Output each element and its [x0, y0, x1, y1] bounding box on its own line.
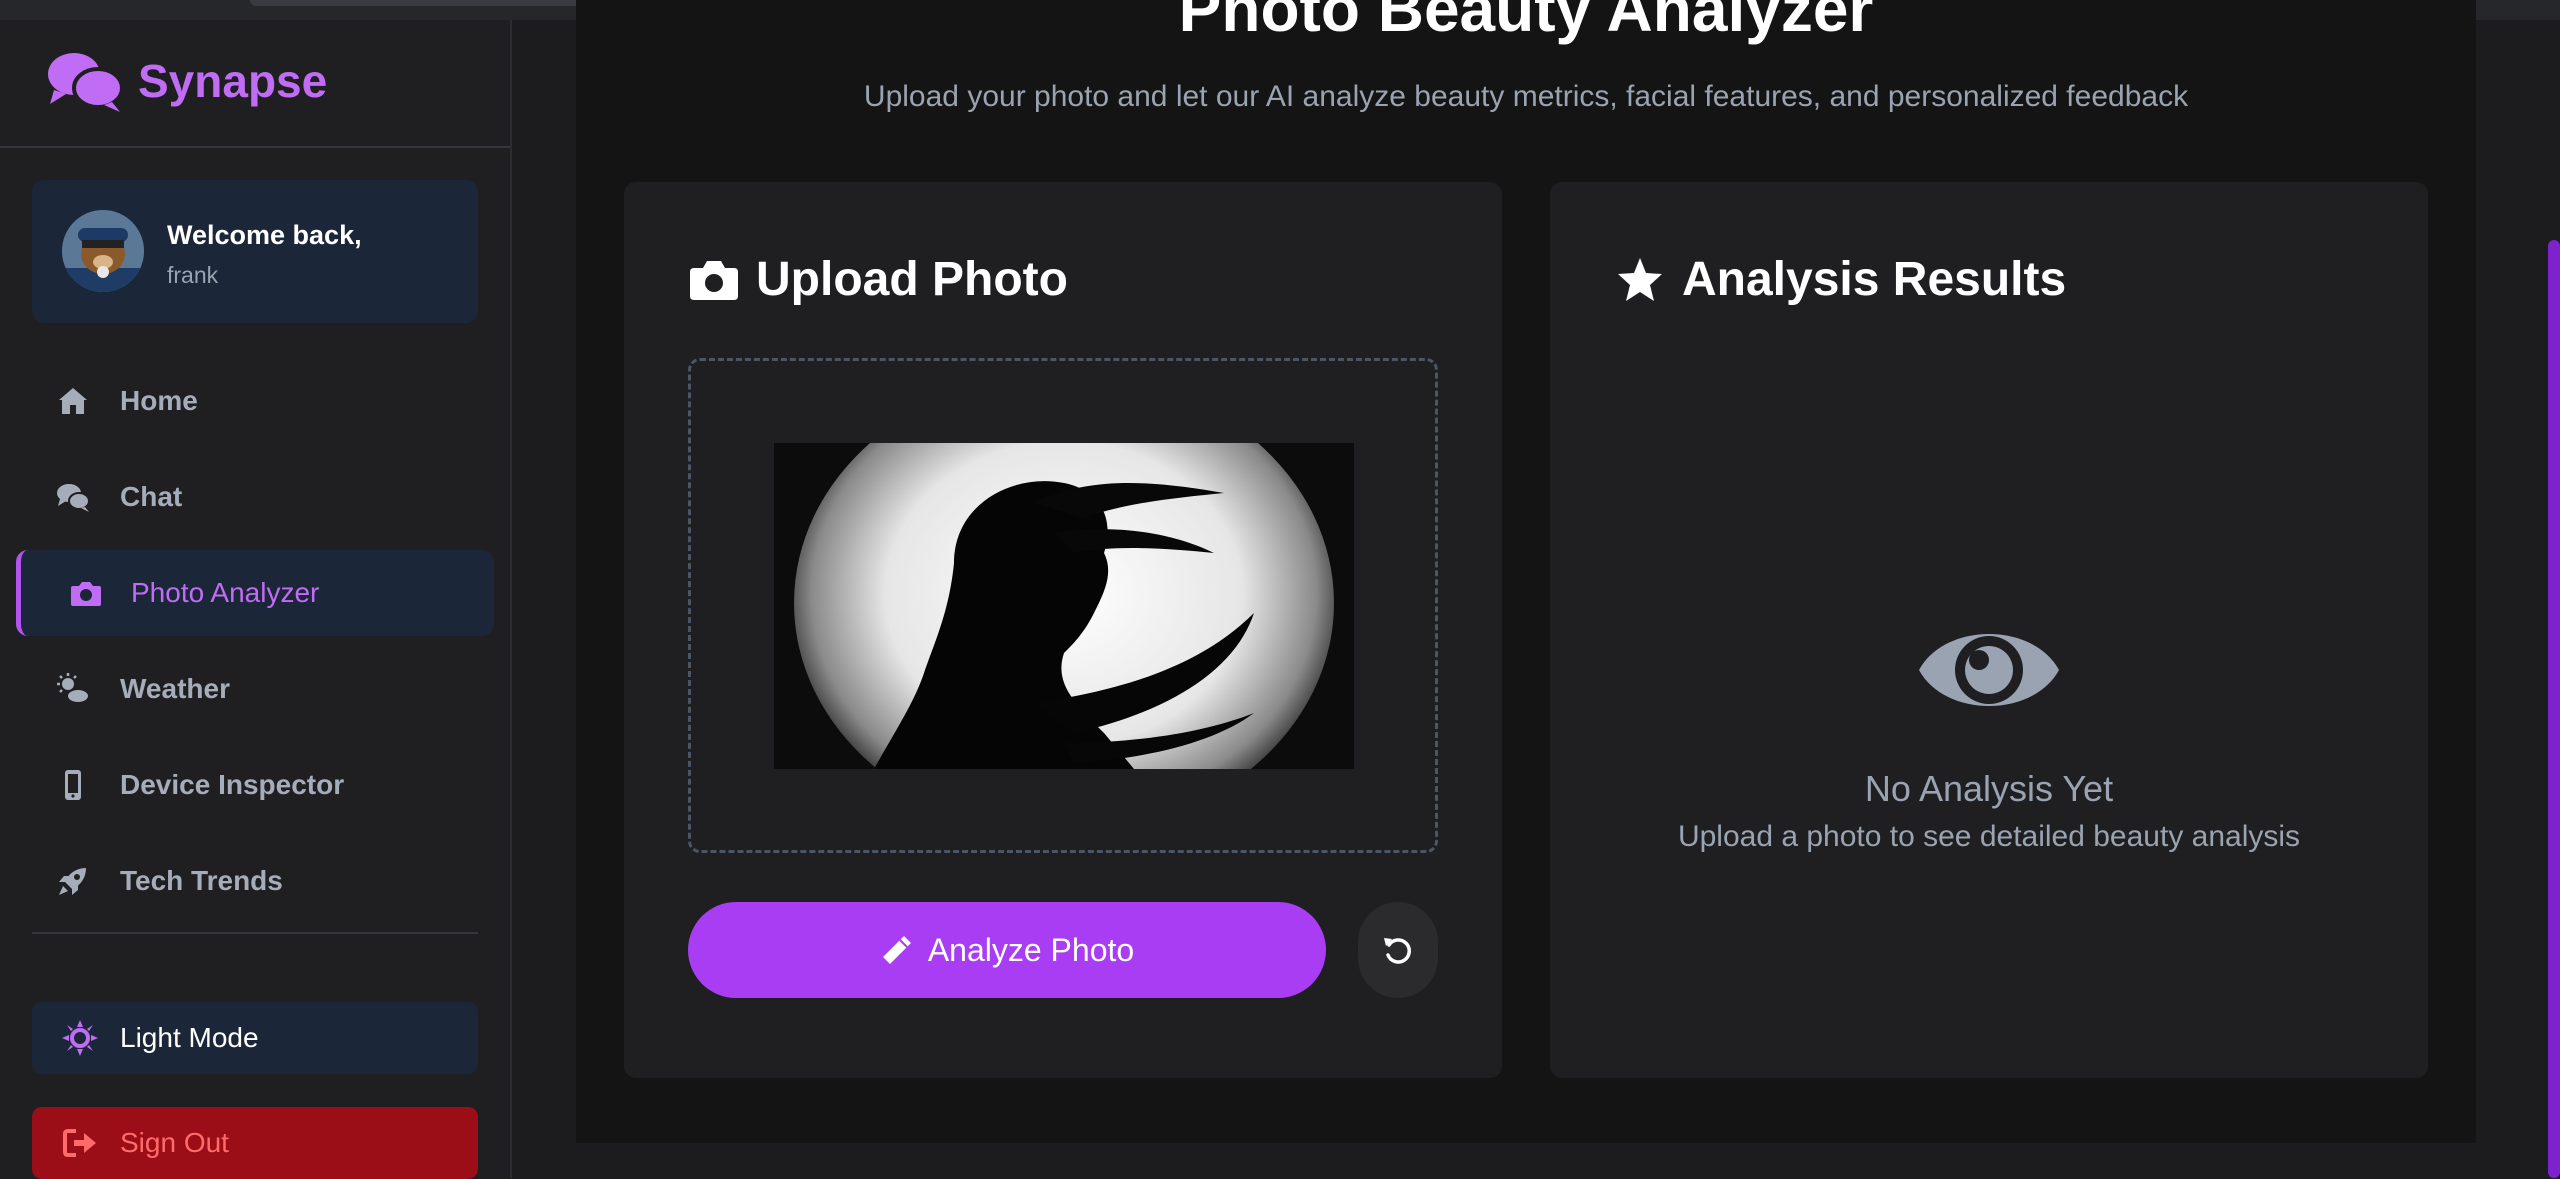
empty-heading: No Analysis Yet [1864, 768, 2114, 809]
sidebar-item-label: Tech Trends [120, 865, 283, 896]
home-icon [59, 388, 87, 414]
light-mode-button[interactable]: Light Mode [32, 1002, 478, 1074]
sidebar-item-label: Chat [120, 481, 183, 512]
avatar[interactable] [62, 210, 144, 292]
sidebar: Synapse Welcome back, frank Home Chat Ph… [0, 20, 512, 1179]
brand[interactable]: Synapse [46, 48, 327, 114]
magic-wand-icon [882, 936, 911, 964]
mobile-icon [65, 770, 81, 800]
page-scrollbar[interactable] [2548, 240, 2560, 1178]
photo-image [774, 443, 1354, 769]
upload-card: Upload Photo Analyze Photo [624, 182, 1502, 1078]
page-subtitle: Upload your photo and let our AI analyze… [863, 80, 2189, 113]
eye-icon [1919, 634, 2059, 706]
camera-icon [690, 260, 738, 300]
sidebar-item-weather[interactable]: Weather [16, 646, 494, 732]
empty-state: No Analysis Yet Upload a photo to see de… [1550, 612, 2428, 854]
camera-icon [71, 582, 101, 606]
page-title: Photo Beauty Analyzer [1178, 0, 1874, 45]
sidebar-item-label: Home [120, 385, 198, 416]
results-card-title: Analysis Results [1614, 252, 2066, 307]
undo-icon [1384, 938, 1411, 964]
upload-card-title: Upload Photo [688, 252, 1068, 307]
sun-icon [62, 1020, 98, 1056]
sidebar-item-chat[interactable]: Chat [16, 454, 494, 540]
results-card: Analysis Results No Analysis Yet Upload … [1550, 182, 2428, 1078]
sidebar-item-label: Weather [120, 673, 230, 704]
analyze-photo-button[interactable]: Analyze Photo [688, 902, 1326, 998]
chat-icon [57, 484, 90, 512]
weather-icon [57, 673, 90, 704]
main-content: Photo Beauty Analyzer Upload your photo … [576, 0, 2476, 1143]
sidebar-item-device-inspector[interactable]: Device Inspector [16, 742, 494, 828]
sidebar-item-label: Device Inspector [120, 769, 345, 800]
results-title: Analysis Results [1682, 253, 2067, 306]
star-icon [1618, 257, 1662, 301]
reset-button[interactable] [1358, 902, 1438, 998]
photo-dropzone[interactable] [688, 358, 1438, 853]
sidebar-item-label: Photo Analyzer [131, 577, 320, 608]
avatar-image [62, 210, 144, 292]
uploaded-photo-preview [774, 443, 1354, 769]
analyze-photo-label: Analyze Photo [927, 931, 1135, 968]
sign-out-icon [63, 1129, 96, 1157]
upload-title: Upload Photo [756, 253, 1068, 306]
empty-text: Upload a photo to see detailed beauty an… [1677, 820, 2301, 853]
divider [0, 146, 510, 148]
brand-name: Synapse [138, 55, 328, 107]
user-card: Welcome back, frank [32, 180, 478, 323]
sign-out-button[interactable]: Sign Out [32, 1107, 478, 1179]
sidebar-item-photo-analyzer[interactable]: Photo Analyzer [16, 550, 494, 636]
divider [32, 932, 478, 934]
username: frank [167, 262, 219, 288]
chat-bubbles-logo-icon [48, 53, 124, 112]
light-mode-label: Light Mode [120, 1022, 259, 1053]
sidebar-item-tech-trends[interactable]: Tech Trends [16, 838, 494, 924]
rocket-icon [59, 868, 86, 895]
welcome-text: Welcome back, [167, 220, 362, 250]
sidebar-item-home[interactable]: Home [16, 358, 494, 444]
sign-out-label: Sign Out [120, 1127, 229, 1158]
